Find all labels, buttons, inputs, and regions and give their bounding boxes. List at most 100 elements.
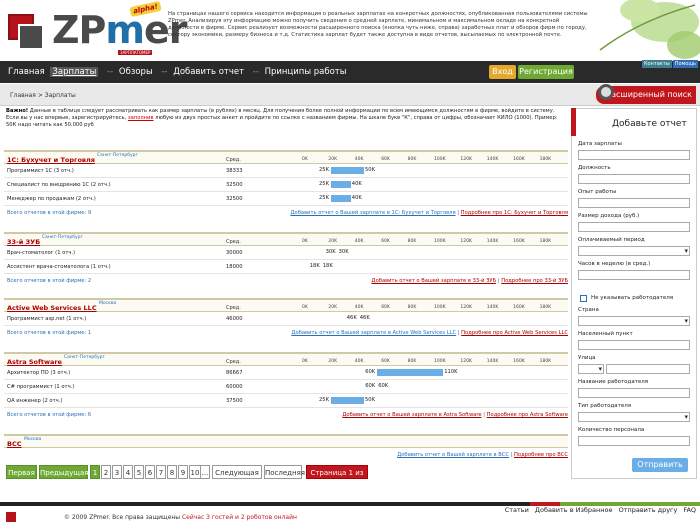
field-label: Страна	[578, 307, 599, 313]
no-employer-checkbox[interactable]	[580, 295, 587, 302]
avg-column-header: Сред.	[226, 239, 241, 245]
page-number-button[interactable]: 2	[101, 465, 111, 479]
note-link[interactable]: заполнив	[128, 115, 154, 121]
company-footer: Всего отчетов в этой фирме: 6 Добавить от…	[4, 408, 568, 422]
staff-count-input[interactable]	[578, 436, 690, 446]
field-label: Тип работодателя	[578, 403, 632, 409]
scale-tick-label: 120K	[460, 305, 472, 310]
leaves-decoration	[599, 0, 700, 59]
contacts-link[interactable]: Контакты	[641, 60, 672, 68]
position-input[interactable]	[578, 174, 690, 184]
street-input[interactable]	[606, 364, 690, 374]
nav-home[interactable]: Главная	[8, 67, 45, 77]
company-header: BCC Москва	[4, 434, 568, 448]
total-reports-link[interactable]: Всего отчетов в этой фирме: 2	[7, 278, 91, 284]
avg-salary: 32500	[226, 196, 243, 202]
company-name[interactable]: Active Web Services LLC	[7, 304, 97, 312]
page-number-button[interactable]: 8	[167, 465, 177, 479]
scale-tick-label: 160K	[513, 359, 525, 364]
register-button[interactable]: Регистрация	[518, 65, 574, 79]
min-salary-label: 30K	[325, 249, 336, 255]
company-details-link[interactable]: Подробнее про 1С: Бухучет и Торговля	[461, 210, 568, 216]
country-select[interactable]	[578, 316, 690, 326]
footer-logo-icon	[6, 512, 16, 522]
company-details-link[interactable]: Подробнее про BCC	[514, 452, 568, 458]
total-reports-link[interactable]: Всего отчетов в этой фирме: 1	[7, 330, 91, 336]
nav-principles[interactable]: Принципы работы	[265, 67, 347, 77]
scale-tick-label: 160K	[513, 239, 525, 244]
scale-tick-label: 180K	[539, 305, 552, 310]
field-city: Населенный пункт	[578, 331, 690, 350]
first-page-button[interactable]: Первая	[6, 465, 37, 479]
street-type-select[interactable]	[578, 364, 604, 374]
page-number-button[interactable]: 3	[112, 465, 122, 479]
total-reports-link[interactable]: Всего отчетов в этой фирме: 6	[7, 412, 91, 418]
page-number-button[interactable]: 4	[123, 465, 133, 479]
employer-type-select[interactable]	[578, 412, 690, 422]
hours-input[interactable]	[578, 270, 690, 280]
page-number-button[interactable]: 6	[145, 465, 155, 479]
footer-link-faq[interactable]: FAQ	[683, 506, 696, 514]
scale-tick-label: 100K	[434, 157, 446, 162]
company-footer: Всего отчетов в этой фирме: 1 Добавить от…	[4, 326, 568, 340]
min-salary-label: 18K	[309, 263, 320, 269]
scale-tick-label: 60K	[381, 305, 390, 310]
salary-row: Ассистент врача-стоматолога (1 отч.) 1800…	[4, 260, 568, 274]
nav-add-report[interactable]: Добавить отчет	[173, 67, 244, 77]
footer-link-send-friend[interactable]: Отправить другу	[619, 506, 678, 514]
prev-page-button[interactable]: Предыдущая	[39, 465, 88, 479]
page-number-button[interactable]: 1	[90, 465, 100, 479]
logo[interactable]: ZPmer alpha! ЗАРПЛАТОМЕР	[4, 0, 188, 56]
company-details-link[interactable]: Подробнее про Astra Software	[487, 412, 568, 418]
logo-text: ZPmer	[52, 8, 188, 52]
add-report-link[interactable]: Добавить отчет о Вашей зарплате в 1С: Бу…	[290, 210, 455, 216]
last-page-button[interactable]: Последняя	[264, 465, 305, 479]
city-input[interactable]	[578, 340, 690, 350]
footer-link-favorites[interactable]: Добавить в Избранное	[535, 506, 613, 514]
page-number-button[interactable]: 9	[178, 465, 188, 479]
company-details-link[interactable]: Подробнее про Active Web Services LLC	[461, 330, 568, 336]
help-link[interactable]: Помощь	[672, 60, 698, 68]
login-button[interactable]: Вход	[489, 65, 516, 79]
nav-reviews[interactable]: Обзоры	[119, 67, 153, 77]
min-salary-label: 25K	[319, 397, 330, 403]
company-block: Active Web Services LLC Москва Сред. 0K 20K 4…	[4, 298, 568, 340]
sidebar-title: Добавьте отчет	[612, 119, 687, 129]
field-label: Часов в неделю (в сред.)	[578, 261, 651, 267]
period-select[interactable]	[578, 246, 690, 256]
add-report-link[interactable]: Добавить отчет о Вашей зарплате в Active…	[291, 330, 456, 336]
scale-tick-label: 180K	[539, 239, 552, 244]
next-page-button[interactable]: Следующая	[212, 465, 262, 479]
add-report-link[interactable]: Добавить отчет о Вашей зарплате в 33-й З…	[372, 278, 497, 284]
company-name[interactable]: Astra Software	[7, 358, 62, 366]
add-report-link[interactable]: Добавить отчет о Вашей зарплате в BCC	[397, 452, 509, 458]
scale-tick-label: 160K	[513, 305, 525, 310]
company-links: Добавить отчет о Вашей зарплате в Astra …	[342, 412, 568, 418]
scale-tick-label: 120K	[460, 239, 472, 244]
income-input[interactable]	[578, 222, 690, 232]
company-name[interactable]: 33-й ЗУБ	[7, 238, 40, 246]
company-name[interactable]: BCC	[7, 440, 22, 448]
avg-salary: 46000	[226, 316, 243, 322]
footer-link-articles[interactable]: Статьи	[505, 506, 529, 514]
salary-row: Программист asp.net (1 отч.) 46000 46K 46K	[4, 312, 568, 326]
experience-input[interactable]	[578, 198, 690, 208]
send-button[interactable]: Отправить	[632, 458, 688, 472]
field-street: Улица	[578, 355, 690, 374]
min-salary-label: 25K	[319, 195, 330, 201]
page-number-button[interactable]: 7	[156, 465, 166, 479]
max-salary-label: 50K	[365, 167, 376, 173]
company-links: Добавить отчет о Вашей зарплате в 1С: Бу…	[290, 210, 568, 216]
page-number-button[interactable]: 5	[134, 465, 144, 479]
company-name[interactable]: 1С: Бухучет и Торговля	[7, 156, 95, 164]
employer-name-input[interactable]	[578, 388, 690, 398]
company-details-link[interactable]: Подробнее про 33-й ЗУБ	[501, 278, 568, 284]
total-reports-link[interactable]: Всего отчетов в этой фирме: 9	[7, 210, 91, 216]
nav-salaries[interactable]: Зарплаты	[50, 67, 99, 77]
avg-column-header: Сред.	[226, 305, 241, 311]
field-employer-type: Тип работодателя	[578, 403, 690, 422]
salary-row: Архитектор ПО (3 отч.) 86667 60K 110K	[4, 366, 568, 380]
company-links: Добавить отчет о Вашей зарплате в BCC | …	[397, 452, 568, 458]
salary-date-input[interactable]	[578, 150, 690, 160]
add-report-link[interactable]: Добавить отчет о Вашей зарплате в Astra …	[342, 412, 481, 418]
